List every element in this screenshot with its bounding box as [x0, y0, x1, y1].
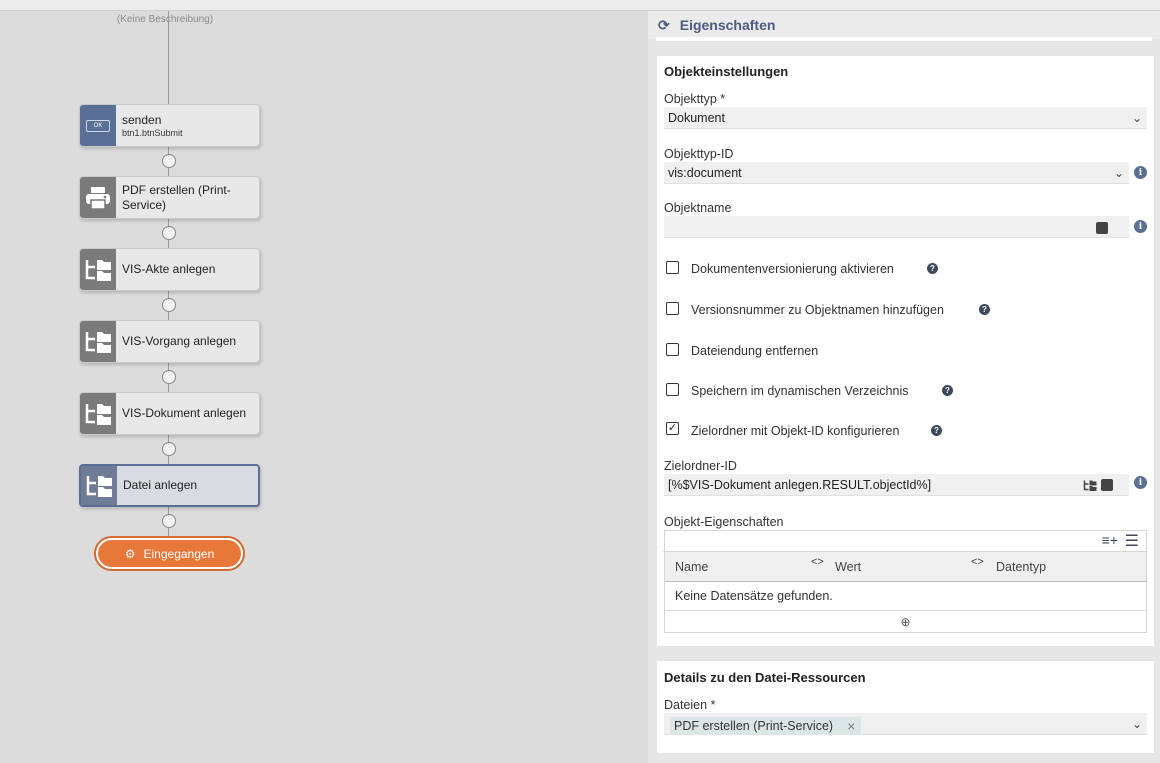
node-title: PDF erstellen (Print-Service)	[122, 182, 231, 212]
book-icon[interactable]	[1101, 479, 1113, 491]
connector-joint[interactable]	[162, 370, 176, 384]
connector-joint[interactable]	[162, 226, 176, 240]
checkbox-dynamisch[interactable]	[666, 383, 679, 396]
node-title: senden	[122, 112, 162, 127]
checkbox-zielordner[interactable]: ✓	[666, 422, 679, 435]
end-node-label: Eingegangen	[143, 546, 215, 561]
empty-message: Keine Datensätze gefunden.	[675, 589, 833, 603]
add-row-icon[interactable]: ≡+	[1102, 532, 1118, 548]
section-heading: Details zu den Datei-Ressourcen	[664, 670, 866, 685]
end-node-eingegangen[interactable]: ⚙ Eingegangen	[94, 536, 245, 571]
printer-icon	[80, 177, 116, 218]
objektname-input[interactable]	[664, 216, 1129, 238]
connector-joint[interactable]	[162, 442, 176, 456]
node-title: VIS-Dokument anlegen	[122, 406, 247, 420]
panel-header: ⟳ Eigenschaften	[648, 11, 1160, 41]
column-header-name[interactable]: Name	[675, 560, 708, 574]
chevron-down-icon: ⌄	[1113, 166, 1124, 180]
help-icon[interactable]: ?	[927, 263, 938, 274]
code-icon[interactable]: <>	[811, 556, 824, 568]
object-settings-section: Objekteinstellungen Objekttyp * Dokument…	[657, 56, 1154, 646]
chevron-down-icon: ⌄	[1131, 717, 1142, 731]
connector-joint[interactable]	[162, 514, 176, 528]
refresh-icon[interactable]: ⟳	[658, 17, 670, 34]
file-resources-section: Details zu den Datei-Ressourcen Dateien …	[657, 661, 1154, 753]
chevron-down-icon: ⌄	[1131, 111, 1142, 125]
table-header: Name <> Wert <> Datentyp	[665, 552, 1146, 582]
panel-title: Eigenschaften	[679, 17, 776, 33]
zielordner-id-label: Zielordner-ID	[664, 459, 737, 473]
info-icon[interactable]: i	[1134, 166, 1147, 179]
objektname-label: Objektname	[664, 201, 732, 215]
node-title: VIS-Akte anlegen	[122, 262, 216, 276]
checkbox-label: Speichern im dynamischen Verzeichnis	[691, 384, 909, 398]
connector-line	[168, 11, 169, 105]
gears-icon: ⚙	[124, 546, 136, 561]
checkbox-versionierung[interactable]	[666, 261, 679, 274]
section-heading: Objekteinstellungen	[664, 64, 789, 79]
table-toolbar: ≡+ ☰	[663, 531, 1146, 552]
folder-tree-icon	[81, 466, 117, 505]
node-vis-akte[interactable]: VIS-Akte anlegen	[79, 248, 260, 291]
objekttyp-id-label: Objekttyp-ID	[664, 147, 734, 161]
info-icon[interactable]: i	[1134, 220, 1147, 233]
connector-joint[interactable]	[162, 298, 176, 312]
node-vis-vorgang[interactable]: VIS-Vorgang anlegen	[79, 320, 260, 363]
connector-joint[interactable]	[162, 154, 176, 168]
folder-tree-icon	[80, 321, 116, 362]
checkbox-versionsnummer[interactable]	[666, 302, 679, 315]
node-subtitle: btn1.btnSubmit	[122, 127, 183, 138]
checkbox-label: Dateiendung entfernen	[691, 344, 819, 358]
checkbox-label: Zielordner mit Objekt-ID konfigurieren	[691, 424, 900, 438]
properties-table: ≡+ ☰ Name <> Wert <> Datentyp Keine Date…	[663, 530, 1147, 633]
book-icon[interactable]	[1096, 222, 1108, 234]
ok-button-icon: OK	[80, 105, 116, 146]
objekt-eigenschaften-label: Objekt-Eigenschaften	[664, 515, 784, 529]
node-datei-anlegen[interactable]: Datei anlegen	[79, 464, 260, 507]
help-icon[interactable]: ?	[942, 385, 953, 396]
objekttyp-id-select[interactable]: vis:document ⌄	[664, 162, 1129, 184]
add-circle-icon[interactable]: ⊕	[665, 610, 1146, 632]
folder-tree-icon	[80, 249, 116, 290]
node-title: VIS-Vorgang anlegen	[122, 334, 237, 348]
top-bar	[0, 0, 1160, 11]
column-header-datentyp[interactable]: Datentyp	[996, 560, 1046, 574]
node-title: Datei anlegen	[123, 478, 198, 492]
node-senden[interactable]: OK senden btn1.btnSubmit	[79, 104, 260, 147]
dateien-label: Dateien *	[664, 698, 716, 712]
close-icon[interactable]: ×	[847, 718, 855, 734]
help-icon[interactable]: ?	[979, 304, 990, 315]
workflow-canvas[interactable]: (Keine Beschreibung) OK senden btn1.btnS…	[0, 11, 648, 763]
node-description: (Keine Beschreibung)	[116, 14, 214, 25]
objekttyp-label: Objekttyp *	[664, 92, 726, 106]
file-tag: PDF erstellen (Print-Service) ×	[670, 717, 862, 735]
info-icon[interactable]: i	[1134, 476, 1147, 489]
folder-tree-icon	[80, 393, 116, 434]
help-icon[interactable]: ?	[931, 425, 942, 436]
menu-icon[interactable]: ☰	[1125, 531, 1139, 551]
properties-panel: ⟳ Eigenschaften Objekteinstellungen Obje…	[648, 11, 1160, 763]
node-pdf-erstellen[interactable]: PDF erstellen (Print-Service)	[79, 176, 260, 219]
zielordner-id-input[interactable]: [%$VIS-Dokument anlegen.RESULT.objectId%…	[664, 474, 1129, 496]
checkbox-label: Versionsnummer zu Objektnamen hinzufügen	[691, 303, 944, 317]
code-icon[interactable]: <>	[971, 556, 984, 568]
node-vis-dokument[interactable]: VIS-Dokument anlegen	[79, 392, 260, 435]
objekttyp-select[interactable]: Dokument ⌄	[664, 107, 1147, 129]
checkbox-label: Dokumentenversionierung aktivieren	[691, 262, 894, 276]
folder-tree-icon[interactable]	[1083, 479, 1097, 491]
checkbox-dateiendung[interactable]	[666, 343, 679, 356]
column-header-wert[interactable]: Wert	[835, 560, 861, 574]
